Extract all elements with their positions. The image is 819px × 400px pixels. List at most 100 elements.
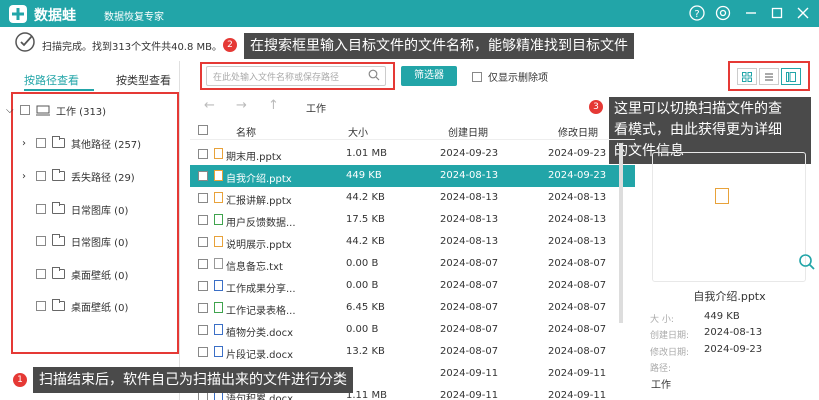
svg-text:?: ? [694, 9, 699, 20]
back-icon[interactable]: ← [204, 98, 215, 113]
tree-item-gallery-2[interactable]: 日常图库 (0) [36, 231, 128, 251]
col-size[interactable]: 大小 [348, 124, 368, 139]
file-name: 用户反馈数据... [226, 218, 296, 229]
scrollbar[interactable] [619, 143, 623, 323]
detail-view-button[interactable] [781, 68, 801, 85]
file-created: 2024-08-13 [440, 236, 499, 247]
tree-item-other-path[interactable]: › 其他路径 (257) [22, 133, 141, 153]
row-checkbox[interactable] [198, 303, 208, 313]
row-checkbox[interactable] [198, 347, 208, 357]
checkbox[interactable] [20, 105, 30, 115]
deleted-only-option[interactable]: 仅显示删除项 [472, 69, 548, 84]
table-row[interactable]: 用户反馈数据... 17.5 KB 2024-08-13 2024-08-13 [190, 209, 635, 231]
chevron-down-icon[interactable]: ⌵ [6, 105, 16, 116]
preview-created-label: 创建日期: [650, 331, 690, 341]
row-checkbox[interactable] [198, 325, 208, 335]
table-row[interactable]: 信息备忘.txt 0.00 B 2024-08-07 2024-08-07 [190, 253, 635, 275]
table-row[interactable]: 汇报讲解.pptx 44.2 KB 2024-08-13 2024-08-13 [190, 187, 635, 209]
file-size: 0.00 B [346, 280, 379, 291]
file-name: 信息备忘.txt [226, 262, 283, 273]
file-modified: 2024-08-13 [548, 214, 607, 225]
zoom-icon[interactable] [798, 253, 816, 271]
file-icon [214, 236, 223, 247]
maximize-icon[interactable] [768, 4, 786, 22]
deleted-only-checkbox[interactable] [472, 71, 482, 82]
checkbox[interactable] [36, 171, 46, 181]
row-checkbox[interactable] [198, 193, 208, 203]
tree-item-label: 桌面壁纸 (0) [71, 302, 129, 314]
app-logo-icon [9, 5, 27, 23]
col-name[interactable]: 名称 [236, 124, 256, 139]
table-row[interactable]: 片段记录.docx 13.2 KB 2024-08-07 2024-08-07 [190, 341, 635, 363]
help-icon[interactable]: ? [688, 4, 706, 22]
table-row[interactable]: 工作成果分享... 0.00 B 2024-08-07 2024-08-07 [190, 275, 635, 297]
search-icon[interactable] [368, 69, 380, 81]
row-checkbox[interactable] [198, 259, 208, 269]
file-created: 2024-09-11 [440, 390, 499, 400]
drive-icon [36, 105, 50, 115]
col-created[interactable]: 创建日期 [448, 124, 488, 139]
table-row[interactable]: 工作记录表格... 6.45 KB 2024-08-07 2024-08-07 [190, 297, 635, 319]
checkbox[interactable] [36, 269, 46, 279]
file-name: 工作成果分享... [226, 284, 296, 295]
file-created: 2024-09-23 [440, 148, 499, 159]
table-row[interactable]: 植物分类.docx 0.00 B 2024-08-07 2024-08-07 [190, 319, 635, 341]
folder-icon [52, 202, 65, 214]
table-row[interactable]: 说明展示.pptx 44.2 KB 2024-08-13 2024-08-13 [190, 231, 635, 253]
file-created: 2024-08-13 [440, 192, 499, 203]
tab-indicator [24, 89, 94, 91]
tree-item-label: 日常图库 (0) [71, 205, 129, 217]
tree-item-lost-path[interactable]: › 丢失路径 (29) [22, 166, 135, 186]
chevron-right-icon[interactable]: › [22, 138, 32, 149]
file-created: 2024-08-13 [440, 170, 499, 181]
annotation-1: 扫描结束后，软件自己为扫描出来的文件进行分类 [33, 367, 353, 393]
col-modified[interactable]: 修改日期 [558, 124, 598, 139]
row-checkbox[interactable] [198, 171, 208, 181]
tab-by-type[interactable]: 按类型查看 [116, 72, 171, 88]
file-modified: 2024-09-23 [548, 148, 607, 159]
up-icon[interactable]: ↑ [268, 98, 279, 113]
checkbox[interactable] [36, 301, 46, 311]
forward-icon[interactable]: → [236, 98, 247, 113]
chevron-right-icon[interactable]: › [22, 171, 32, 182]
table-row[interactable]: 自我介绍.pptx 449 KB 2024-08-13 2024-09-23 [190, 165, 635, 187]
minimize-icon[interactable] [742, 4, 760, 22]
checkbox[interactable] [36, 138, 46, 148]
file-created: 2024-08-07 [440, 258, 499, 269]
file-created: 2024-08-07 [440, 280, 499, 291]
annotation-2: 在搜索框里输入目标文件的文件名称，能够精准找到目标文件 [244, 33, 634, 59]
file-size: 449 KB [346, 170, 382, 181]
table-row[interactable]: 期末用.pptx 1.01 MB 2024-09-23 2024-09-23 [190, 143, 635, 165]
file-size: 17.5 KB [346, 214, 385, 225]
filter-button[interactable]: 筛选器 [401, 66, 457, 86]
file-modified: 2024-08-07 [548, 280, 607, 291]
app-brand: 数据蛙 [34, 8, 76, 24]
row-checkbox[interactable] [198, 215, 208, 225]
tree-item-wallpaper-2[interactable]: 桌面壁纸 (0) [36, 296, 128, 316]
breadcrumb[interactable]: 工作 [306, 100, 326, 115]
tree-item-wallpaper-1[interactable]: 桌面壁纸 (0) [36, 264, 128, 284]
file-created: 2024-09-11 [440, 368, 499, 379]
file-modified: 2024-08-07 [548, 346, 607, 357]
file-modified: 2024-09-11 [548, 390, 607, 400]
list-icon [765, 73, 773, 80]
preview-card [652, 152, 806, 282]
file-created: 2024-08-07 [440, 302, 499, 313]
tree-root[interactable]: ⌵ 工作 (313) [6, 100, 106, 120]
list-view-button[interactable] [759, 68, 779, 85]
checkbox[interactable] [36, 204, 46, 214]
tree-item-label: 丢失路径 (29) [71, 172, 135, 184]
row-checkbox[interactable] [198, 281, 208, 291]
grid-view-button[interactable] [737, 68, 757, 85]
tree-item-gallery-1[interactable]: 日常图库 (0) [36, 199, 128, 219]
checkbox[interactable] [36, 236, 46, 246]
close-icon[interactable] [794, 4, 812, 22]
file-size: 1.01 MB [346, 148, 387, 159]
select-all-checkbox[interactable] [198, 125, 208, 135]
file-icon [214, 148, 223, 159]
search-input[interactable]: 在此处输入文件名称或保存路径 [206, 66, 386, 86]
row-checkbox[interactable] [198, 149, 208, 159]
settings-icon[interactable] [714, 4, 732, 22]
row-checkbox[interactable] [198, 237, 208, 247]
tab-by-path[interactable]: 按路径查看 [24, 72, 79, 88]
